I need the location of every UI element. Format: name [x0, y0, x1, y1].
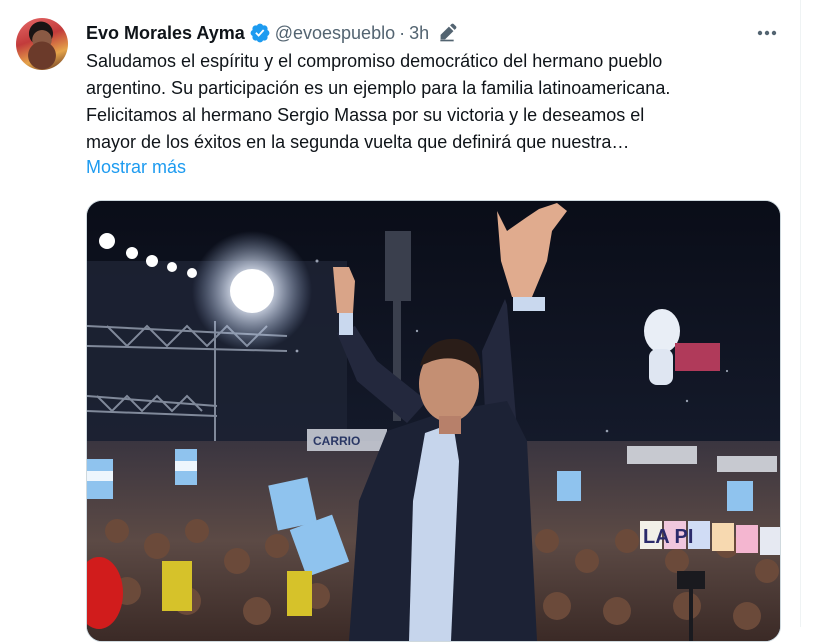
author-name[interactable]: Evo Morales Ayma: [86, 23, 245, 44]
tweet-text: Saludamos el espíritu y el compromiso de…: [86, 48, 786, 156]
rally-photo: CARRIO LA PI: [87, 201, 780, 641]
tweet-text-line: argentino. Su participación es un ejempl…: [86, 78, 671, 98]
tweet-header: Evo Morales Ayma @evoespueblo · 3h: [86, 20, 787, 46]
banner-text: LA PI: [643, 526, 693, 548]
more-options-icon[interactable]: [754, 22, 780, 44]
tweet-text-line: Saludamos el espíritu y el compromiso de…: [86, 51, 663, 71]
show-more-link[interactable]: Mostrar más: [86, 157, 186, 178]
edited-icon[interactable]: [437, 23, 457, 43]
separator-dot: ·: [399, 22, 406, 43]
author-avatar[interactable]: [16, 18, 68, 70]
tweet-text-line: Felicitamos al hermano Sergio Massa por …: [86, 105, 645, 125]
tweet-text-line: mayor de los éxitos en la segunda vuelta…: [86, 132, 630, 152]
verified-badge-icon: [250, 23, 270, 43]
tweet-timestamp[interactable]: 3h: [409, 23, 429, 44]
column-border: [800, 0, 801, 627]
crowd-sign-text: CARRIO: [313, 434, 360, 448]
tweet-photo[interactable]: CARRIO LA PI: [86, 200, 781, 642]
author-handle[interactable]: @evoespueblo: [275, 23, 395, 44]
